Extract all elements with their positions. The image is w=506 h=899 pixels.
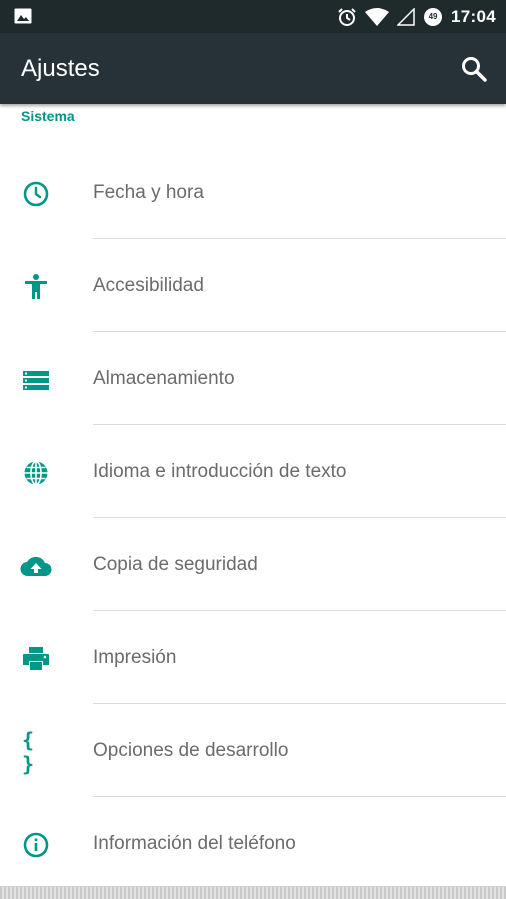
status-icons: 49 17:04 [337, 0, 496, 33]
settings-item-label: Accesibilidad [93, 275, 204, 296]
settings-item-fecha-hora[interactable]: Fecha y hora [0, 146, 506, 239]
clock-icon [22, 180, 50, 208]
settings-item-label: Almacenamiento [93, 368, 235, 389]
battery-level: 49 [428, 12, 438, 21]
image-notification-icon [14, 8, 32, 24]
signal-icon [397, 7, 415, 26]
settings-item-label: Impresión [93, 647, 177, 668]
section-header-sistema: Sistema [21, 108, 75, 124]
settings-item-label: Fecha y hora [93, 182, 204, 203]
printer-icon [22, 645, 50, 673]
accessibility-icon [22, 273, 50, 301]
settings-item-idioma[interactable]: Idioma e introducción de texto [0, 425, 506, 518]
settings-item-almacenamiento[interactable]: Almacenamiento [0, 332, 506, 425]
info-icon [22, 831, 50, 859]
settings-item-label: Opciones de desarrollo [93, 740, 289, 761]
settings-list: Fecha y hora Accesibilidad Almacenamient… [0, 146, 506, 890]
settings-item-label: Copia de seguridad [93, 554, 258, 575]
wifi-icon [365, 7, 390, 26]
globe-icon [22, 459, 50, 487]
settings-item-accesibilidad[interactable]: Accesibilidad [0, 239, 506, 332]
list-bottom-edge [0, 886, 506, 899]
storage-icon [22, 366, 50, 394]
settings-item-label: Idioma e introducción de texto [93, 461, 347, 482]
status-time: 17:04 [451, 6, 496, 26]
cloud-upload-icon [20, 552, 52, 580]
settings-item-opciones-desarrollo[interactable]: { } Opciones de desarrollo [0, 704, 506, 797]
settings-item-informacion-telefono[interactable]: Información del teléfono [0, 797, 506, 890]
settings-item-copia-seguridad[interactable]: Copia de seguridad [0, 518, 506, 611]
app-bar: Ajustes [0, 33, 506, 104]
battery-icon: 49 [423, 7, 443, 27]
alarm-icon [338, 7, 356, 26]
settings-item-impresion[interactable]: Impresión [0, 611, 506, 704]
settings-item-label: Información del teléfono [93, 833, 296, 854]
search-icon[interactable] [460, 55, 488, 83]
braces-icon: { } [22, 728, 37, 776]
status-bar: 49 17:04 [0, 0, 506, 33]
page-title: Ajustes [21, 55, 100, 82]
